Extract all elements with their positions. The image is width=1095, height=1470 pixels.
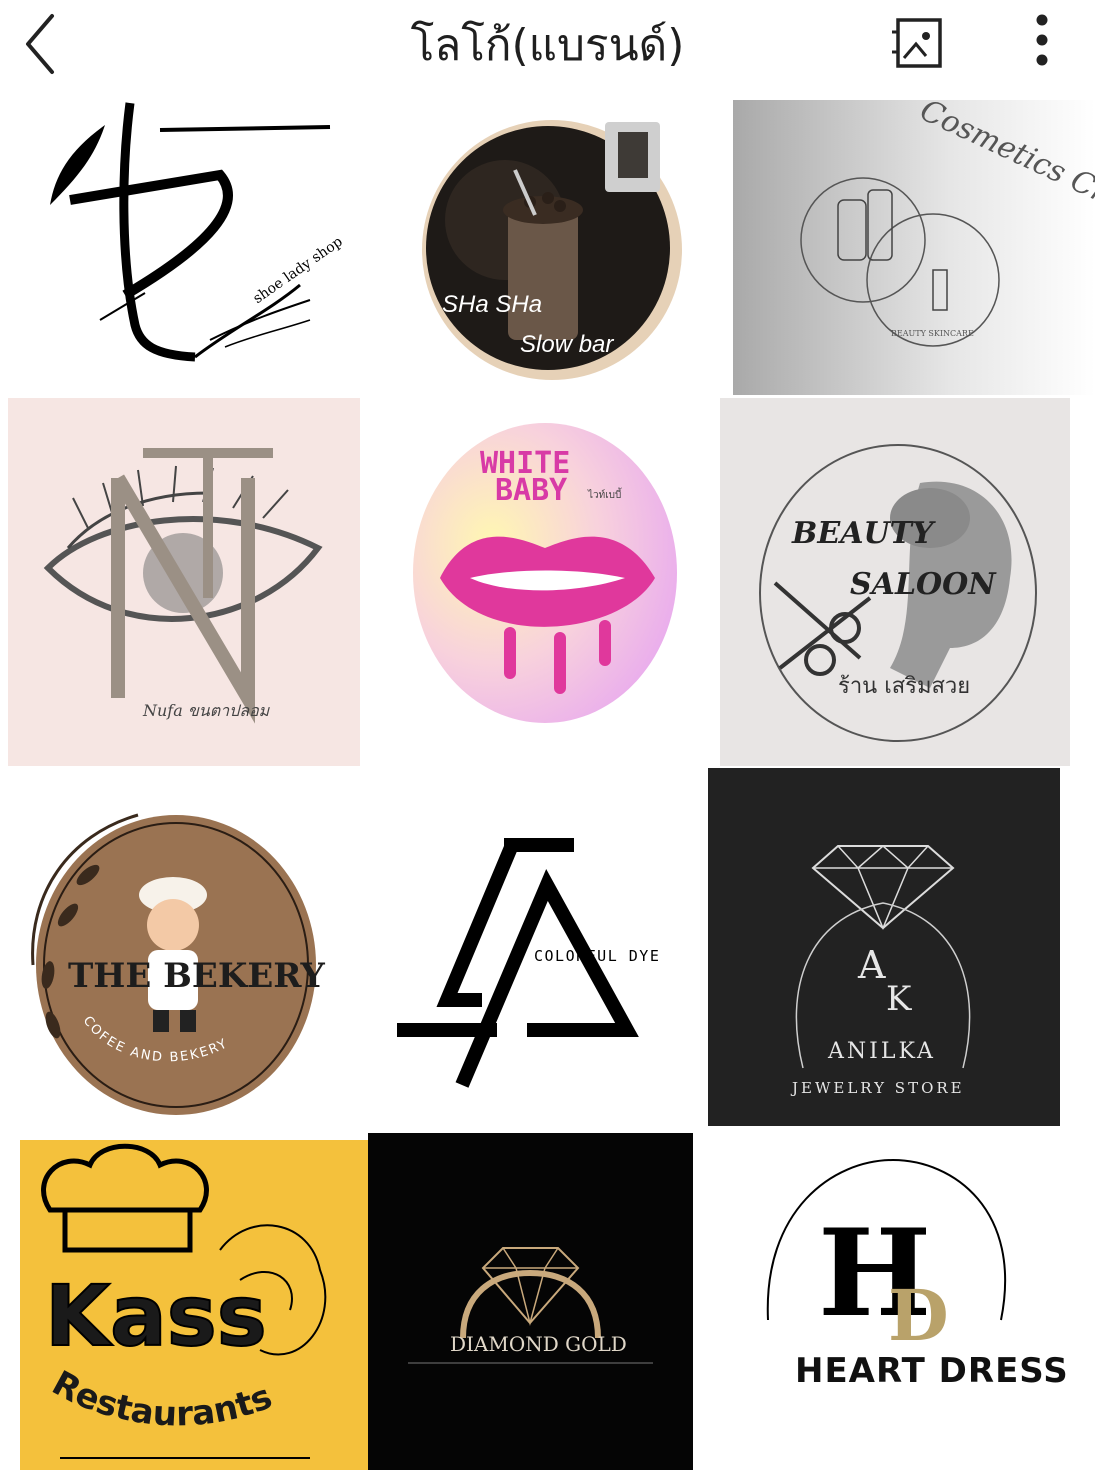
logo-tile-nufa-eyelash[interactable]: Nufa ขนตาปลอม [8, 398, 360, 766]
tile-text: COLORFUL DYE [534, 947, 660, 965]
tile-text: BEAUTY SKINCARE [891, 329, 974, 338]
logo-tile-white-baby[interactable]: WHITE BABY ไวท์เบบี้ [400, 398, 700, 766]
beauty-saloon-logo: BEAUTY SALOON ร้าน เสริมสวย [720, 398, 1070, 766]
more-options-button[interactable] [1020, 8, 1064, 72]
heart-dress-logo: H D HEART DRESS [703, 1130, 1095, 1470]
nufa-logo: Nufa ขนตาปลอม [8, 398, 360, 766]
tile-text: SHa SHa [442, 291, 542, 318]
tile-text: DIAMOND GOLD [450, 1332, 627, 1356]
tile-text: THE BEKERY [68, 956, 326, 996]
logo-tile-anilka-jewelry[interactable]: A K ANILKA JEWELRY STORE [708, 768, 1060, 1126]
image-frame-icon [892, 18, 942, 68]
tile-text: ANILKA [827, 1039, 936, 1064]
white-baby-logo: WHITE BABY ไวท์เบบี้ [400, 398, 700, 766]
image-frame-button[interactable] [888, 14, 948, 72]
logo-tile-kass-restaurants[interactable]: Kass Restaurants [20, 1140, 368, 1470]
logo-tile-cosmetics-chic[interactable]: Cosmetics Chic BEAUTY SKINCARE [733, 100, 1095, 395]
cosmetics-chic-logo: Cosmetics Chic BEAUTY SKINCARE [733, 100, 1095, 395]
colorful-dye-logo: COLORFUL DYE [352, 775, 704, 1125]
logo-tile-diamond-gold[interactable]: DIAMOND GOLD [368, 1133, 693, 1470]
tile-text: ไวท์เบบี้ [587, 487, 622, 501]
the-bekery-logo: THE BEKERY COFEE AND BEKERY [8, 775, 348, 1125]
tile-text: SALOON [850, 567, 997, 602]
logo-tile-shoe-lady-shop[interactable]: shoe lady shop [10, 95, 365, 395]
diamond-gold-logo: DIAMOND GOLD [368, 1133, 693, 1470]
tile-text: A [857, 943, 886, 987]
logo-tile-colorful-dye[interactable]: COLORFUL DYE [352, 775, 704, 1125]
tile-text: K [886, 979, 912, 1019]
logo-tile-the-bekery[interactable]: THE BEKERY COFEE AND BEKERY [8, 775, 348, 1125]
sha-sha-logo: SHa SHa Slow bar [400, 100, 700, 390]
tile-text: BABY [495, 473, 567, 508]
tile-text: BEAUTY [791, 516, 936, 551]
shoe-lady-logo: shoe lady shop [10, 95, 365, 395]
kass-logo: Kass Restaurants [20, 1140, 368, 1470]
logo-tile-heart-dress[interactable]: H D HEART DRESS [703, 1130, 1095, 1470]
tile-text: ร้าน เสริมสวย [838, 674, 970, 699]
top-app-bar: โลโก้(แบรนด์) [0, 0, 1095, 90]
tile-text: D [888, 1274, 949, 1357]
logo-tile-sha-sha-slow-bar[interactable]: SHa SHa Slow bar [400, 100, 700, 390]
tile-text: JEWELRY STORE [790, 1079, 965, 1097]
more-vertical-icon [1036, 14, 1048, 66]
anilka-logo: A K ANILKA JEWELRY STORE [708, 768, 1060, 1126]
tile-text: Nufa ขนตาปลอม [142, 701, 271, 720]
logo-tile-beauty-saloon[interactable]: BEAUTY SALOON ร้าน เสริมสวย [720, 398, 1070, 766]
tile-text: Kass [45, 1267, 267, 1365]
tile-text: HEART DRESS [795, 1351, 1069, 1391]
tile-text: Slow bar [520, 331, 614, 358]
